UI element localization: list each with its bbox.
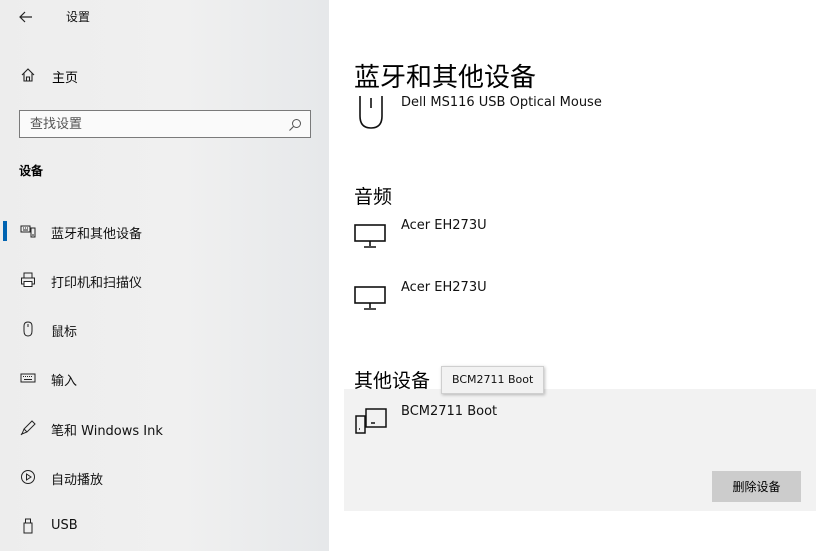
sidebar-item-typing[interactable]: 输入 <box>0 358 329 398</box>
device-other-1[interactable]: BCM2711 Boot <box>354 403 814 455</box>
back-button[interactable] <box>16 7 36 27</box>
pen-icon <box>20 420 36 436</box>
sidebar-item-label: 自动播放 <box>51 473 104 488</box>
sidebar-item-label: 笔和 Windows Ink <box>51 424 163 439</box>
monitor-icon <box>354 283 386 315</box>
sidebar-item-label: 打印机和扫描仪 <box>51 276 143 291</box>
device-name: Acer EH273U <box>401 218 487 233</box>
search-box[interactable] <box>19 110 311 138</box>
home-icon <box>20 67 36 83</box>
device-name: Acer EH273U <box>401 280 487 295</box>
bluetooth-devices-icon <box>20 223 36 239</box>
autoplay-icon <box>20 469 36 485</box>
mouse-icon <box>354 94 388 134</box>
sidebar-item-label: USB <box>51 518 78 533</box>
device-other-1-selected[interactable]: BCM2711 Boot 删除设备 <box>344 389 816 511</box>
selection-indicator <box>3 221 7 241</box>
device-audio-1[interactable]: Acer EH273U <box>354 217 814 269</box>
home-link[interactable]: 主页 <box>0 60 329 92</box>
home-label: 主页 <box>52 71 79 86</box>
sidebar-item-usb[interactable]: USB <box>0 506 329 546</box>
usb-icon <box>20 518 36 534</box>
sidebar-item-bluetooth[interactable]: 蓝牙和其他设备 <box>0 211 329 251</box>
sidebar: 设置 主页 设备 蓝牙和其他设备 打印机和扫描仪 鼠标 <box>0 0 329 551</box>
keyboard-icon <box>20 370 36 386</box>
main-content: 蓝牙和其他设备 Dell MS116 USB Optical Mouse 音频 … <box>329 0 831 551</box>
sidebar-item-printers[interactable]: 打印机和扫描仪 <box>0 260 329 300</box>
sidebar-item-mouse[interactable]: 鼠标 <box>0 309 329 349</box>
printer-icon <box>20 272 36 288</box>
search-icon[interactable] <box>288 117 302 131</box>
device-mouse[interactable]: Dell MS116 USB Optical Mouse <box>354 94 814 146</box>
device-name: BCM2711 Boot <box>401 404 498 419</box>
title-bar: 设置 <box>0 0 329 34</box>
remove-device-button[interactable]: 删除设备 <box>712 471 801 502</box>
search-input[interactable] <box>30 115 270 133</box>
device-audio-2[interactable]: Acer EH273U <box>354 279 814 331</box>
back-arrow-icon <box>16 7 36 27</box>
sidebar-item-label: 鼠标 <box>51 325 78 340</box>
audio-heading: 音频 <box>354 186 393 208</box>
sidebar-item-label: 输入 <box>51 374 78 389</box>
mouse-icon <box>20 321 36 337</box>
device-icon <box>354 407 388 439</box>
sidebar-item-pen[interactable]: 笔和 Windows Ink <box>0 408 329 448</box>
window-title: 设置 <box>66 10 91 24</box>
sidebar-item-label: 蓝牙和其他设备 <box>51 227 143 242</box>
device-name: Dell MS116 USB Optical Mouse <box>401 95 602 110</box>
sidebar-item-autoplay[interactable]: 自动播放 <box>0 457 329 497</box>
section-heading: 设备 <box>19 164 44 178</box>
monitor-icon <box>354 221 386 253</box>
tooltip: BCM2711 Boot <box>441 366 545 394</box>
page-title: 蓝牙和其他设备 <box>354 63 537 93</box>
